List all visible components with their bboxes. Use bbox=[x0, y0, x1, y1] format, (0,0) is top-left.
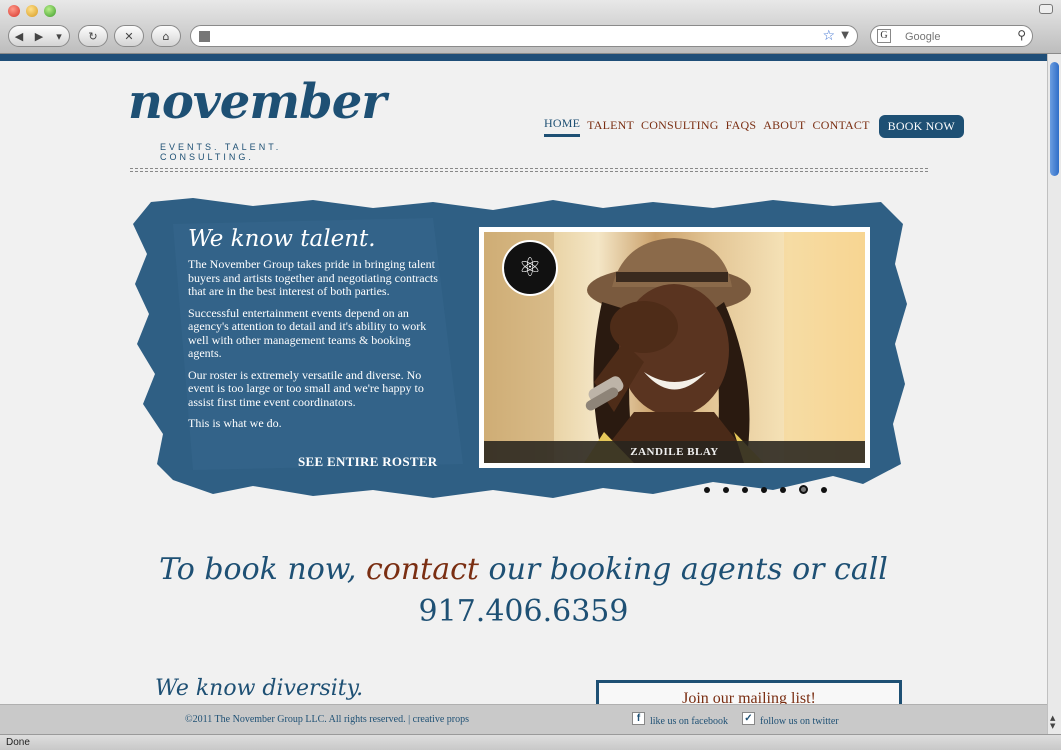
scroll-arrows-icon[interactable]: ▲ ▼ bbox=[1050, 714, 1055, 730]
hero-paragraph: This is what we do. bbox=[188, 416, 282, 430]
hero-text: We know talent. The November Group takes… bbox=[188, 226, 443, 439]
see-roster-link[interactable]: SEE ENTIRE ROSTER bbox=[298, 454, 437, 470]
cta-text-before: To book now, bbox=[159, 552, 366, 587]
copyright-text: ©2011 The November Group LLC. All rights… bbox=[185, 714, 411, 725]
credits-link[interactable]: creative props bbox=[413, 714, 469, 725]
toolbar-toggle-button[interactable] bbox=[1039, 4, 1053, 14]
web-page: november EVENTS. TALENT. CONSULTING. HOM… bbox=[0, 54, 1047, 704]
bookmark-star-icon[interactable]: ☆ bbox=[822, 28, 835, 44]
search-icon[interactable]: ⚲ bbox=[1017, 28, 1026, 42]
hero-title: We know talent. bbox=[188, 226, 376, 252]
search-engine-icon[interactable]: G bbox=[877, 29, 891, 43]
favicon-icon bbox=[199, 31, 210, 42]
logo-wordmark: november bbox=[128, 74, 387, 130]
forward-icon[interactable]: ▶ bbox=[29, 30, 49, 43]
slide-dot[interactable] bbox=[780, 486, 786, 493]
book-now-button[interactable]: BOOK NOW bbox=[878, 115, 964, 138]
mailing-list-box[interactable]: Join our mailing list! bbox=[596, 680, 902, 704]
twitter-link[interactable]: follow us on twitter bbox=[760, 716, 839, 727]
scrollbar-thumb[interactable] bbox=[1050, 62, 1059, 176]
search-input[interactable] bbox=[905, 29, 1015, 44]
slide-dot[interactable] bbox=[821, 486, 827, 493]
main-nav: HOME TALENT CONSULTING FAQS ABOUT CONTAC… bbox=[544, 115, 964, 138]
nav-talent[interactable]: TALENT bbox=[587, 118, 634, 136]
copyright: ©2011 The November Group LLC. All rights… bbox=[185, 714, 469, 725]
nav-consulting[interactable]: CONSULTING bbox=[641, 118, 719, 136]
stop-icon: ✕ bbox=[124, 29, 134, 43]
diversity-heading: We know diversity. bbox=[155, 676, 364, 701]
featured-artist-photo[interactable]: ⚛ ZANDILE BLAY bbox=[484, 232, 865, 463]
mailing-list-title: Join our mailing list! bbox=[682, 690, 816, 704]
url-bar[interactable]: ☆ ▼ bbox=[190, 25, 858, 47]
minimize-window-button[interactable] bbox=[26, 5, 38, 17]
status-text: Done bbox=[6, 737, 30, 748]
reload-icon: ↻ bbox=[88, 29, 98, 43]
status-bar: Done bbox=[0, 734, 1061, 750]
nav-faqs[interactable]: FAQS bbox=[726, 118, 757, 136]
facebook-link[interactable]: like us on facebook bbox=[650, 716, 728, 727]
cta-text-after: our booking agents or call bbox=[478, 552, 888, 587]
atom-logo-icon: ⚛ bbox=[502, 240, 558, 296]
facebook-icon[interactable]: f bbox=[632, 712, 645, 725]
close-window-button[interactable] bbox=[8, 5, 20, 17]
home-button[interactable]: ⌂ bbox=[151, 25, 181, 47]
nav-contact[interactable]: CONTACT bbox=[813, 118, 870, 136]
site-logo[interactable]: november EVENTS. TALENT. CONSULTING. bbox=[128, 74, 387, 162]
back-forward-buttons[interactable]: ◀ ▶ ▾ bbox=[8, 25, 70, 47]
slide-dot-active[interactable] bbox=[799, 485, 808, 494]
twitter-icon[interactable]: ✓ bbox=[742, 712, 755, 725]
back-icon[interactable]: ◀ bbox=[9, 30, 29, 43]
footer-bar: ©2011 The November Group LLC. All rights… bbox=[0, 704, 1047, 734]
stop-button[interactable]: ✕ bbox=[114, 25, 144, 47]
artist-caption: ZANDILE BLAY bbox=[484, 441, 865, 463]
slide-dot[interactable] bbox=[761, 486, 767, 493]
url-dropdown-icon[interactable]: ▼ bbox=[841, 30, 849, 41]
contact-link[interactable]: contact bbox=[366, 552, 479, 587]
zoom-window-button[interactable] bbox=[44, 5, 56, 17]
search-box[interactable]: G ⚲ bbox=[870, 25, 1033, 47]
slide-dot[interactable] bbox=[742, 486, 748, 493]
hero-paragraph: The November Group takes pride in bringi… bbox=[188, 257, 438, 298]
hero-paragraph: Our roster is extremely versatile and di… bbox=[188, 367, 424, 409]
top-stripe bbox=[0, 54, 1047, 61]
history-dropdown-icon[interactable]: ▾ bbox=[49, 30, 69, 43]
browser-toolbar: ◀ ▶ ▾ ↻ ✕ ⌂ ☆ ▼ G ⚲ bbox=[0, 0, 1061, 54]
slideshow-pager bbox=[704, 485, 827, 494]
nav-about[interactable]: ABOUT bbox=[763, 118, 805, 136]
header-divider bbox=[130, 168, 928, 172]
reload-button[interactable]: ↻ bbox=[78, 25, 108, 47]
slide-dot[interactable] bbox=[723, 486, 729, 493]
featured-artist-frame[interactable]: ⚛ ZANDILE BLAY bbox=[479, 227, 870, 468]
phone-number: 917.406.6359 bbox=[418, 594, 629, 629]
nav-home[interactable]: HOME bbox=[544, 116, 581, 137]
home-icon: ⌂ bbox=[162, 29, 170, 43]
booking-callout: To book now, contact our booking agents … bbox=[0, 552, 1047, 587]
vertical-scrollbar[interactable]: ▲ ▼ bbox=[1047, 54, 1061, 734]
slide-dot[interactable] bbox=[704, 486, 710, 493]
logo-tagline: EVENTS. TALENT. CONSULTING. bbox=[160, 142, 282, 162]
hero-panel: We know talent. The November Group takes… bbox=[133, 194, 909, 504]
hero-paragraph: Successful entertainment events depend o… bbox=[188, 305, 427, 360]
